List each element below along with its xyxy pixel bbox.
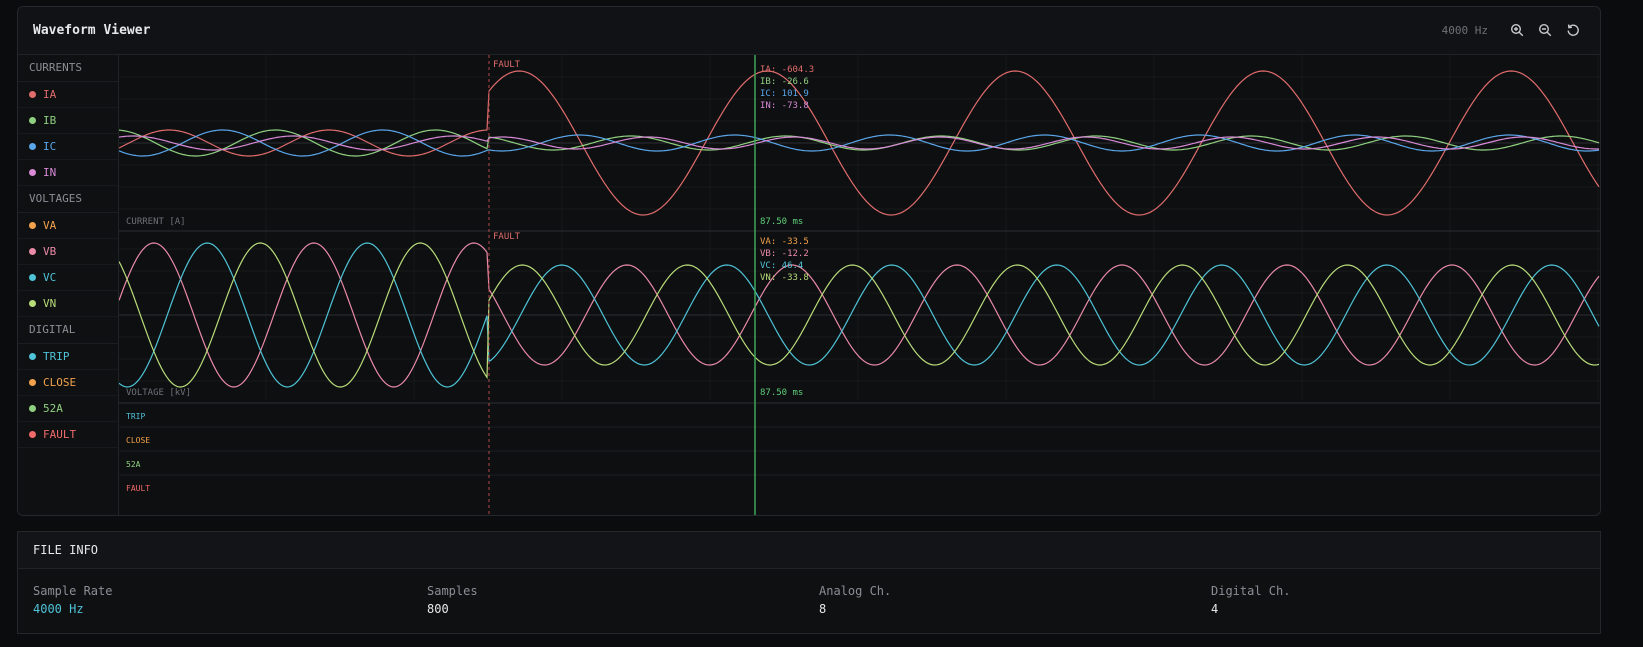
stat-samples: Samples 800 xyxy=(427,584,478,616)
channel-color-dot xyxy=(29,353,36,360)
channel-color-dot xyxy=(29,248,36,255)
channel-group-title: VOLTAGES xyxy=(18,186,118,213)
channel-label: IA xyxy=(43,88,57,101)
channel-color-dot xyxy=(29,222,36,229)
zoom-out-icon xyxy=(1538,23,1552,37)
fault-label: FAULT xyxy=(493,232,521,242)
channel-color-dot xyxy=(29,117,36,124)
channel-sidebar: CURRENTS IA IB IC IN VOLTAGES VA VB VC VN DIGITAL T… xyxy=(18,55,119,515)
channel-color-dot xyxy=(29,274,36,281)
voltage-readout: VA: -33.5 xyxy=(760,237,809,247)
channel-label: IC xyxy=(43,140,57,153)
stat-sample-rate: Sample Rate 4000 Hz xyxy=(33,584,112,616)
digital-row-label: TRIP xyxy=(126,412,145,421)
channel-color-dot xyxy=(29,405,36,412)
channel-label: 52A xyxy=(43,402,63,415)
channel-color-dot xyxy=(29,143,36,150)
digital-row-label: CLOSE xyxy=(126,436,150,445)
waveform-plot[interactable]: FAULT FAULT CURRENT [A] VOLTAGE [kV] 87.50 m… xyxy=(118,55,1600,515)
channel-item-vc[interactable]: VC xyxy=(18,265,118,291)
plot-grid xyxy=(119,55,1600,476)
channel-item-vn[interactable]: VN xyxy=(18,291,118,317)
channel-label: IB xyxy=(43,114,57,127)
zoom-out-button[interactable] xyxy=(1535,20,1555,40)
channel-item-52a[interactable]: 52A xyxy=(18,396,118,422)
channel-item-ic[interactable]: IC xyxy=(18,134,118,160)
voltage-readout: VB: -12.2 xyxy=(760,249,809,259)
channel-label: VB xyxy=(43,245,57,258)
current-axis-label: CURRENT [A] xyxy=(126,217,186,227)
zoom-in-button[interactable] xyxy=(1507,20,1527,40)
channel-item-trip[interactable]: TRIP xyxy=(18,344,118,370)
stat-value: 800 xyxy=(427,602,449,616)
channel-item-close[interactable]: CLOSE xyxy=(18,370,118,396)
current-readout: IN: -73.8 xyxy=(760,101,809,111)
stat-analog-channels: Analog Ch. 8 xyxy=(819,584,891,616)
channel-color-dot xyxy=(29,300,36,307)
channel-item-vb[interactable]: VB xyxy=(18,239,118,265)
channel-label: CLOSE xyxy=(43,376,77,389)
channel-label: IN xyxy=(43,166,57,179)
channel-item-fault[interactable]: FAULT xyxy=(18,422,118,448)
channel-label: VA xyxy=(43,219,57,232)
channel-label: VC xyxy=(43,271,57,284)
channel-item-ib[interactable]: IB xyxy=(18,108,118,134)
viewer-header: Waveform Viewer 4000 Hz xyxy=(18,7,1600,55)
digital-row-label: FAULT xyxy=(126,484,150,493)
sample-rate-label: 4000 Hz xyxy=(1441,24,1488,37)
waveforms xyxy=(118,70,1600,388)
channel-label: TRIP xyxy=(43,350,70,363)
digital-row-label: 52A xyxy=(126,460,141,469)
reset-icon xyxy=(1567,24,1579,36)
file-info-panel: FILE INFO Sample Rate 4000 Hz Samples 80… xyxy=(17,531,1601,634)
stat-label: Samples xyxy=(427,584,478,598)
channel-color-dot xyxy=(29,91,36,98)
stat-value: 4000 Hz xyxy=(33,602,84,616)
channel-item-ia[interactable]: IA xyxy=(18,82,118,108)
reset-view-button[interactable] xyxy=(1563,20,1583,40)
plot-area[interactable]: FAULT FAULT CURRENT [A] VOLTAGE [kV] 87.50 m… xyxy=(118,55,1600,515)
channel-group-title: DIGITAL xyxy=(18,317,118,344)
channel-color-dot xyxy=(29,431,36,438)
stat-label: Analog Ch. xyxy=(819,584,892,598)
zoom-in-icon xyxy=(1510,23,1524,37)
stat-digital-channels: Digital Ch. 4 xyxy=(1211,584,1290,616)
cursor-time-label: 87.50 ms xyxy=(760,217,803,227)
channel-color-dot xyxy=(29,379,36,386)
waveform-viewer-panel: Waveform Viewer 4000 Hz CURRENTS IA IB IC IN… xyxy=(17,6,1601,516)
channel-item-va[interactable]: VA xyxy=(18,213,118,239)
plot-overlay: FAULT FAULT CURRENT [A] VOLTAGE [kV] 87.50 m… xyxy=(126,55,814,515)
stat-value: 4 xyxy=(1211,602,1219,616)
viewer-title: Waveform Viewer xyxy=(33,23,151,38)
voltage-readout: VN: -33.8 xyxy=(760,273,809,283)
channel-color-dot xyxy=(29,169,36,176)
current-readout: IC: 101.9 xyxy=(760,89,809,99)
voltage-axis-label: VOLTAGE [kV] xyxy=(126,388,191,398)
channel-label: FAULT xyxy=(43,428,77,441)
stat-label: Sample Rate xyxy=(33,584,113,598)
file-info-title: FILE INFO xyxy=(18,532,1600,569)
channel-label: VN xyxy=(43,297,57,310)
current-readout: IB: -26.6 xyxy=(760,77,809,87)
stat-value: 8 xyxy=(819,602,827,616)
stat-label: Digital Ch. xyxy=(1211,584,1291,598)
fault-label: FAULT xyxy=(493,60,521,70)
current-readout: IA: -604.3 xyxy=(760,65,814,75)
voltage-readout: VC: 46.4 xyxy=(760,261,803,271)
cursor-time-label: 87.50 ms xyxy=(760,388,803,398)
channel-group-title: CURRENTS xyxy=(18,55,118,82)
channel-item-in[interactable]: IN xyxy=(18,160,118,186)
